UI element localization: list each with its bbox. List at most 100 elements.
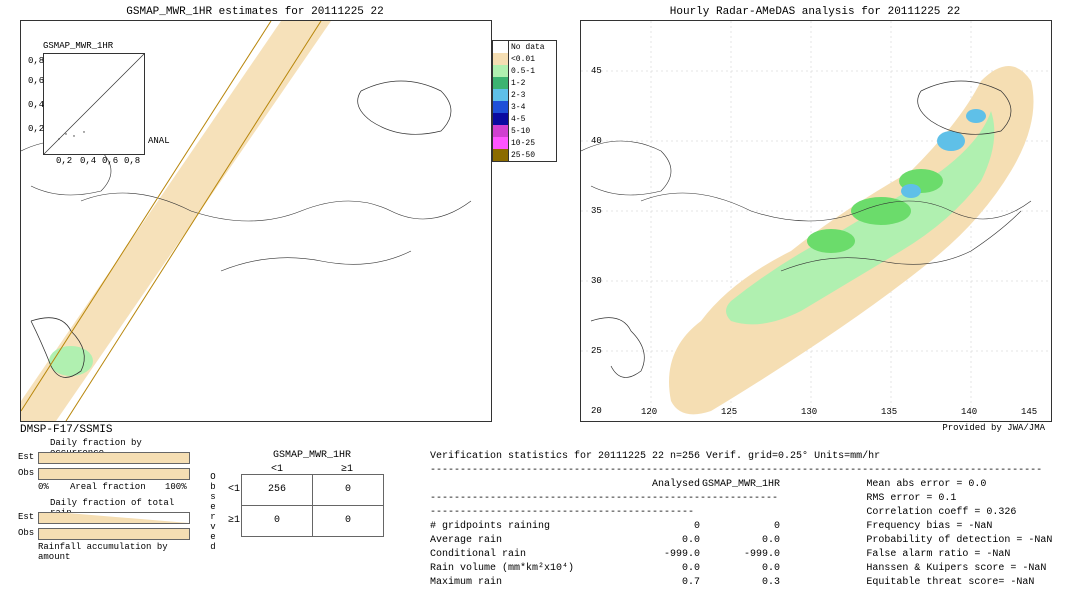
inset-xtick: 0,4 bbox=[80, 156, 96, 166]
stats-row: Average rain0.00.0 bbox=[430, 534, 866, 548]
inset-scatter-icon bbox=[44, 54, 144, 154]
inset-xtick: 0,8 bbox=[124, 156, 140, 166]
legend-swatch bbox=[493, 137, 509, 149]
stat-metric: Correlation coeff = 0.326 bbox=[866, 506, 1070, 520]
inset-ytick: 0,2 bbox=[28, 124, 44, 134]
right-map-panel: 45 40 35 30 25 20 120 125 130 135 140 14… bbox=[580, 20, 1052, 422]
tot-est-label: Est bbox=[18, 512, 34, 522]
legend-row: 2-3 bbox=[493, 89, 556, 101]
legend-label: 10-25 bbox=[509, 139, 535, 148]
tot-est-bar bbox=[38, 512, 190, 524]
ytick: 40 bbox=[591, 136, 602, 146]
ytick: 35 bbox=[591, 206, 602, 216]
inset-xtick: 0,6 bbox=[102, 156, 118, 166]
ytick: 25 bbox=[591, 346, 602, 356]
stats-row: Maximum rain0.70.3 bbox=[430, 576, 866, 590]
occ-est-bar bbox=[38, 452, 190, 464]
stat-label: Average rain bbox=[430, 534, 620, 548]
stat-metric: RMS error = 0.1 bbox=[866, 492, 1070, 506]
stats-row: # gridpoints raining00 bbox=[430, 520, 866, 534]
ytick: 20 bbox=[591, 406, 602, 416]
occ-est-label: Est bbox=[18, 452, 34, 462]
legend-row: <0.01 bbox=[493, 53, 556, 65]
legend-label: 4-5 bbox=[509, 115, 525, 124]
right-map-icon bbox=[581, 21, 1051, 421]
legend-row: 10-25 bbox=[493, 137, 556, 149]
stat-analysed: 0.0 bbox=[620, 534, 700, 548]
stat-metric: Equitable threat score= -NaN bbox=[866, 576, 1070, 590]
stat-label: Rain volume (mm*km²x10⁴) bbox=[430, 562, 620, 576]
ct-row-lt1: <1 bbox=[220, 475, 242, 506]
left-map-panel: GSMAP_MWR_1HR 0,8 0,6 0,4 0,2 0,2 0,4 0,… bbox=[20, 20, 492, 422]
legend-label: 25-50 bbox=[509, 151, 535, 160]
occ-x0: 0% bbox=[38, 482, 49, 492]
legend-swatch bbox=[493, 65, 509, 77]
occ-obs-label: Obs bbox=[18, 468, 34, 478]
legend-row: 5-10 bbox=[493, 125, 556, 137]
inset-ytick: 0,6 bbox=[28, 76, 44, 86]
xtick: 130 bbox=[801, 407, 817, 417]
col-analysed: Analysed bbox=[620, 478, 700, 492]
legend-row: No data bbox=[493, 41, 556, 53]
ct-row-ge1: ≥1 bbox=[220, 506, 242, 537]
inset-ytick: 0,8 bbox=[28, 56, 44, 66]
legend-swatch bbox=[493, 77, 509, 89]
legend-swatch bbox=[493, 149, 509, 161]
occ-x1: 100% bbox=[165, 482, 187, 492]
stat-metric: Probability of detection = -NaN bbox=[866, 534, 1070, 548]
provider-label: DMSP-F17/SSMIS bbox=[20, 424, 112, 436]
ct-title: GSMAP_MWR_1HR bbox=[240, 450, 384, 461]
legend-swatch bbox=[493, 89, 509, 101]
stat-metric: Mean abs error = 0.0 bbox=[866, 478, 1070, 492]
ytick: 30 bbox=[591, 276, 602, 286]
legend-swatch bbox=[493, 53, 509, 65]
xtick: 145 bbox=[1021, 407, 1037, 417]
ct-cell-b: 0 bbox=[312, 474, 384, 506]
legend-label: 0.5-1 bbox=[509, 67, 535, 76]
inset-title: GSMAP_MWR_1HR bbox=[43, 41, 113, 51]
occ-xlab: Areal fraction bbox=[70, 482, 146, 492]
legend-label: 5-10 bbox=[509, 127, 530, 136]
legend-row: 1-2 bbox=[493, 77, 556, 89]
stat-analysed: 0.0 bbox=[620, 562, 700, 576]
legend-row: 0.5-1 bbox=[493, 65, 556, 77]
inset-ytick: 0,4 bbox=[28, 100, 44, 110]
divider-line: ----------------------------------------… bbox=[430, 492, 780, 520]
legend-row: 4-5 bbox=[493, 113, 556, 125]
legend-swatch bbox=[493, 41, 509, 53]
legend-swatch bbox=[493, 113, 509, 125]
stat-metric: Hanssen & Kuipers score = -NaN bbox=[866, 562, 1070, 576]
inset-anal-label: ANAL bbox=[148, 136, 170, 146]
ytick: 45 bbox=[591, 66, 602, 76]
color-legend: No data<0.010.5-11-22-33-44-55-1010-2525… bbox=[492, 40, 557, 162]
xtick: 140 bbox=[961, 407, 977, 417]
legend-swatch bbox=[493, 125, 509, 137]
stat-label: Conditional rain bbox=[430, 548, 620, 562]
occ-obs-bar bbox=[38, 468, 190, 480]
legend-label: No data bbox=[509, 43, 545, 52]
legend-label: <0.01 bbox=[509, 55, 535, 64]
stat-gsmap: 0.3 bbox=[700, 576, 780, 590]
stat-label: # gridpoints raining bbox=[430, 520, 620, 534]
xtick: 120 bbox=[641, 407, 657, 417]
stat-gsmap: 0.0 bbox=[700, 562, 780, 576]
stat-analysed: 0 bbox=[620, 520, 700, 534]
xtick: 135 bbox=[881, 407, 897, 417]
legend-label: 2-3 bbox=[509, 91, 525, 100]
stats-header: Verification statistics for 20111225 22 … bbox=[430, 450, 1070, 464]
legend-swatch bbox=[493, 101, 509, 113]
inset-scatter-panel: 0,8 0,6 0,4 0,2 0,2 0,4 0,6 0,8 ANAL bbox=[43, 53, 145, 155]
stat-label: Maximum rain bbox=[430, 576, 620, 590]
stat-analysed: -999.0 bbox=[620, 548, 700, 562]
tot-obs-label: Obs bbox=[18, 528, 34, 538]
ct-cell-a: 256 bbox=[241, 474, 313, 506]
contingency-table: GSMAP_MWR_1HR <1 ≥1 <1 256 0 ≥1 0 0 bbox=[220, 450, 384, 537]
xtick: 125 bbox=[721, 407, 737, 417]
legend-label: 1-2 bbox=[509, 79, 525, 88]
divider-line: ----------------------------------------… bbox=[430, 464, 1070, 478]
right-map-title: Hourly Radar-AMeDAS analysis for 2011122… bbox=[580, 6, 1050, 18]
stat-metric: False alarm ratio = -NaN bbox=[866, 548, 1070, 562]
stats-row: Rain volume (mm*km²x10⁴)0.00.0 bbox=[430, 562, 866, 576]
inset-xtick: 0,2 bbox=[56, 156, 72, 166]
stat-gsmap: 0 bbox=[700, 520, 780, 534]
